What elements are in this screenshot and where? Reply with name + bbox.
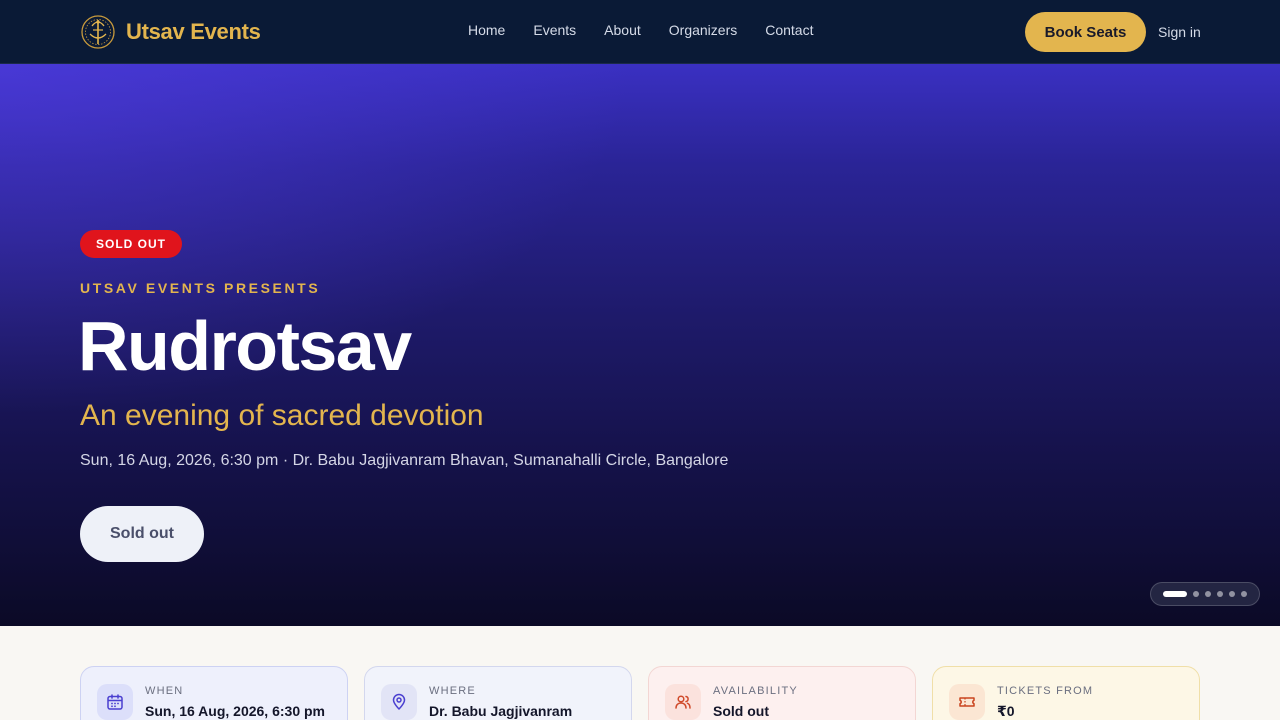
users-icon <box>665 684 701 720</box>
info-card-where: WHERE Dr. Babu Jagjivanram <box>364 666 632 720</box>
top-navbar: Utsav Events Home Events About Organizer… <box>0 0 1280 64</box>
carousel-dot-1[interactable] <box>1163 591 1187 597</box>
info-card-availability: AVAILABILITY Sold out <box>648 666 916 720</box>
sold-out-badge: SOLD OUT <box>80 230 182 258</box>
card-value: Sold out <box>713 703 769 719</box>
carousel-indicator <box>1150 582 1260 606</box>
card-label: WHERE <box>429 685 476 697</box>
nav-link-about[interactable]: About <box>604 22 641 38</box>
event-subtitle: An evening of sacred devotion <box>80 399 484 432</box>
calendar-icon <box>97 684 133 720</box>
nav-link-organizers[interactable]: Organizers <box>669 22 737 38</box>
carousel-dot-5[interactable] <box>1229 591 1235 597</box>
ticket-icon <box>949 684 985 720</box>
nav-link-home[interactable]: Home <box>468 22 505 38</box>
book-seats-button[interactable]: Book Seats <box>1025 12 1146 52</box>
event-meta: Sun, 16 Aug, 2026, 6:30 pm · Dr. Babu Ja… <box>80 452 729 469</box>
hero-banner: SOLD OUT UTSAV EVENTS PRESENTS Rudrotsav… <box>0 64 1280 626</box>
brand-link[interactable]: Utsav Events <box>80 14 261 50</box>
map-pin-icon <box>381 684 417 720</box>
carousel-dot-3[interactable] <box>1205 591 1211 597</box>
event-info-cards: WHEN Sun, 16 Aug, 2026, 6:30 pm WHERE Dr… <box>80 666 1200 720</box>
main-nav: Home Events About Organizers Contact <box>468 22 813 38</box>
card-label: AVAILABILITY <box>713 685 798 697</box>
card-label: TICKETS FROM <box>997 685 1094 697</box>
card-label: WHEN <box>145 685 184 697</box>
card-value: ₹0 <box>997 703 1015 719</box>
sign-in-link[interactable]: Sign in <box>1158 24 1201 40</box>
lotus-emblem-icon <box>81 15 115 49</box>
carousel-dot-6[interactable] <box>1241 591 1247 597</box>
carousel-dot-4[interactable] <box>1217 591 1223 597</box>
sold-out-button[interactable]: Sold out <box>80 506 204 562</box>
brand-name: Utsav Events <box>126 19 261 44</box>
hero-eyebrow: UTSAV EVENTS PRESENTS <box>80 280 321 296</box>
info-card-tickets: TICKETS FROM ₹0 <box>932 666 1200 720</box>
card-value: Dr. Babu Jagjivanram <box>429 703 573 719</box>
event-title: Rudrotsav <box>78 307 412 385</box>
card-value: Sun, 16 Aug, 2026, 6:30 pm <box>145 703 325 719</box>
nav-link-contact[interactable]: Contact <box>765 22 813 38</box>
carousel-dot-2[interactable] <box>1193 591 1199 597</box>
info-card-when: WHEN Sun, 16 Aug, 2026, 6:30 pm <box>80 666 348 720</box>
nav-link-events[interactable]: Events <box>533 22 576 38</box>
